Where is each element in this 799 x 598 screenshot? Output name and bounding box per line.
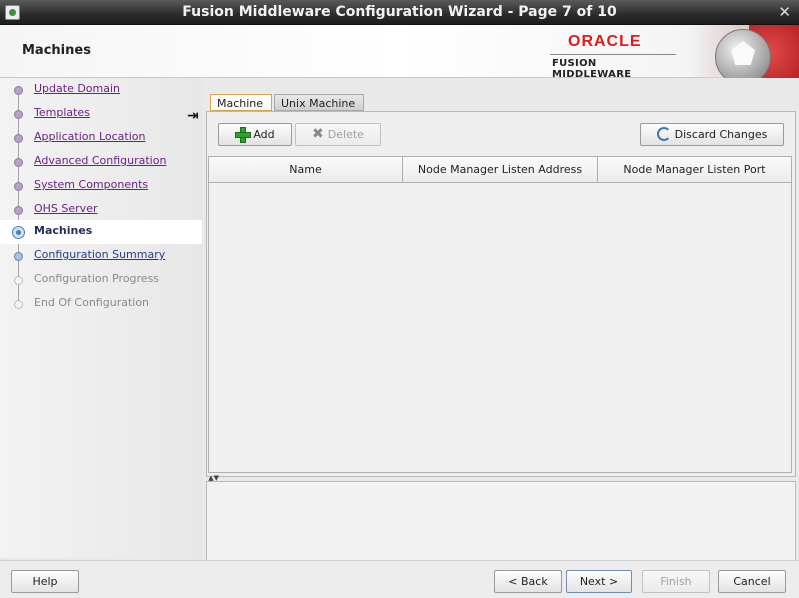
discard-button-label: Discard Changes bbox=[674, 128, 768, 141]
nav-item-label: OHS Server bbox=[34, 202, 98, 215]
column-name[interactable]: Name bbox=[209, 157, 403, 183]
fusion-badge bbox=[689, 25, 799, 78]
details-pane bbox=[206, 481, 796, 565]
logo-word: ORACLE bbox=[568, 33, 642, 50]
nav-item-label: Application Location bbox=[34, 130, 146, 143]
nav-item-templates[interactable]: Templates bbox=[0, 102, 202, 126]
column-listen-address[interactable]: Node Manager Listen Address bbox=[403, 157, 598, 183]
nav-item-machines[interactable]: Machines bbox=[0, 220, 202, 244]
step-current-icon bbox=[12, 226, 25, 239]
nav-item-label: Advanced Configuration bbox=[34, 154, 167, 167]
step-visited-icon bbox=[14, 110, 23, 119]
wizard-footer: Help < Back Next > Finish Cancel bbox=[0, 560, 799, 598]
nav-item-configuration-summary[interactable]: Configuration Summary bbox=[0, 244, 202, 268]
delete-x-icon: ✖ bbox=[312, 126, 324, 142]
close-icon[interactable]: ✕ bbox=[778, 3, 791, 21]
nav-item-label: System Components bbox=[34, 178, 149, 191]
column-listen-port[interactable]: Node Manager Listen Port bbox=[598, 157, 791, 183]
help-button[interactable]: Help bbox=[11, 570, 79, 593]
page-title: Machines bbox=[22, 43, 91, 58]
nav-item-label: Configuration Summary bbox=[34, 248, 166, 261]
cancel-button[interactable]: Cancel bbox=[718, 570, 786, 593]
nav-item-application-location[interactable]: Application Location bbox=[0, 126, 202, 150]
collapse-arrow-icon[interactable]: ⇥ bbox=[187, 108, 199, 124]
logo-subtitle: FUSION MIDDLEWARE bbox=[552, 58, 632, 80]
discard-changes-button[interactable]: Discard Changes bbox=[640, 123, 784, 146]
logo-rule bbox=[550, 54, 676, 55]
nav-item-label: End Of Configuration bbox=[34, 296, 150, 309]
nav-item-label: Update Domain bbox=[34, 82, 121, 95]
oracle-logo: ORACLE FUSION MIDDLEWARE bbox=[550, 33, 676, 80]
nav-item-label: Machines bbox=[34, 224, 93, 237]
add-button[interactable]: Add bbox=[218, 123, 292, 146]
nav-item-update-domain[interactable]: Update Domain bbox=[0, 78, 202, 102]
nav-item-end-of-configuration: End Of Configuration bbox=[0, 292, 202, 316]
nav-item-advanced-configuration[interactable]: Advanced Configuration bbox=[0, 150, 202, 174]
finish-button[interactable]: Finish bbox=[642, 570, 710, 593]
nav-item-label: Configuration Progress bbox=[34, 272, 160, 285]
nav-item-ohs-server[interactable]: OHS Server bbox=[0, 198, 202, 222]
machine-panel: Add ✖ Delete Discard Changes Name Node Ma… bbox=[206, 111, 796, 477]
table-header: Name Node Manager Listen Address Node Ma… bbox=[209, 157, 791, 183]
step-visited-icon bbox=[14, 206, 23, 215]
back-button[interactable]: < Back bbox=[494, 570, 562, 593]
step-visited-icon bbox=[14, 86, 23, 95]
undo-icon bbox=[656, 127, 671, 141]
step-pending-icon bbox=[14, 300, 23, 309]
tab-machine[interactable]: Machine bbox=[210, 94, 272, 111]
main-content: Machine Unix Machine Add ✖ Delete Discard… bbox=[206, 78, 796, 568]
step-visited-icon bbox=[14, 182, 23, 191]
next-button[interactable]: Next > bbox=[566, 570, 632, 593]
step-next-icon bbox=[14, 252, 23, 261]
step-visited-icon bbox=[14, 134, 23, 143]
delete-button-label: Delete bbox=[327, 128, 364, 141]
machines-table: Name Node Manager Listen Address Node Ma… bbox=[208, 156, 792, 473]
add-button-label: Add bbox=[253, 128, 275, 141]
wizard-steps-nav: Update Domain Templates Application Loca… bbox=[0, 78, 202, 558]
window-titlebar: Fusion Middleware Configuration Wizard -… bbox=[0, 0, 799, 25]
delete-button[interactable]: ✖ Delete bbox=[295, 123, 381, 146]
window-title: Fusion Middleware Configuration Wizard -… bbox=[182, 4, 617, 20]
tab-unix-machine[interactable]: Unix Machine bbox=[274, 94, 364, 111]
plus-icon bbox=[235, 127, 252, 143]
step-pending-icon bbox=[14, 276, 23, 285]
nav-item-label: Templates bbox=[34, 106, 90, 119]
step-visited-icon bbox=[14, 158, 23, 167]
wizard-header: Machines ORACLE FUSION MIDDLEWARE bbox=[0, 25, 799, 80]
nav-item-configuration-progress: Configuration Progress bbox=[0, 268, 202, 292]
nav-item-system-components[interactable]: System Components bbox=[0, 174, 202, 198]
